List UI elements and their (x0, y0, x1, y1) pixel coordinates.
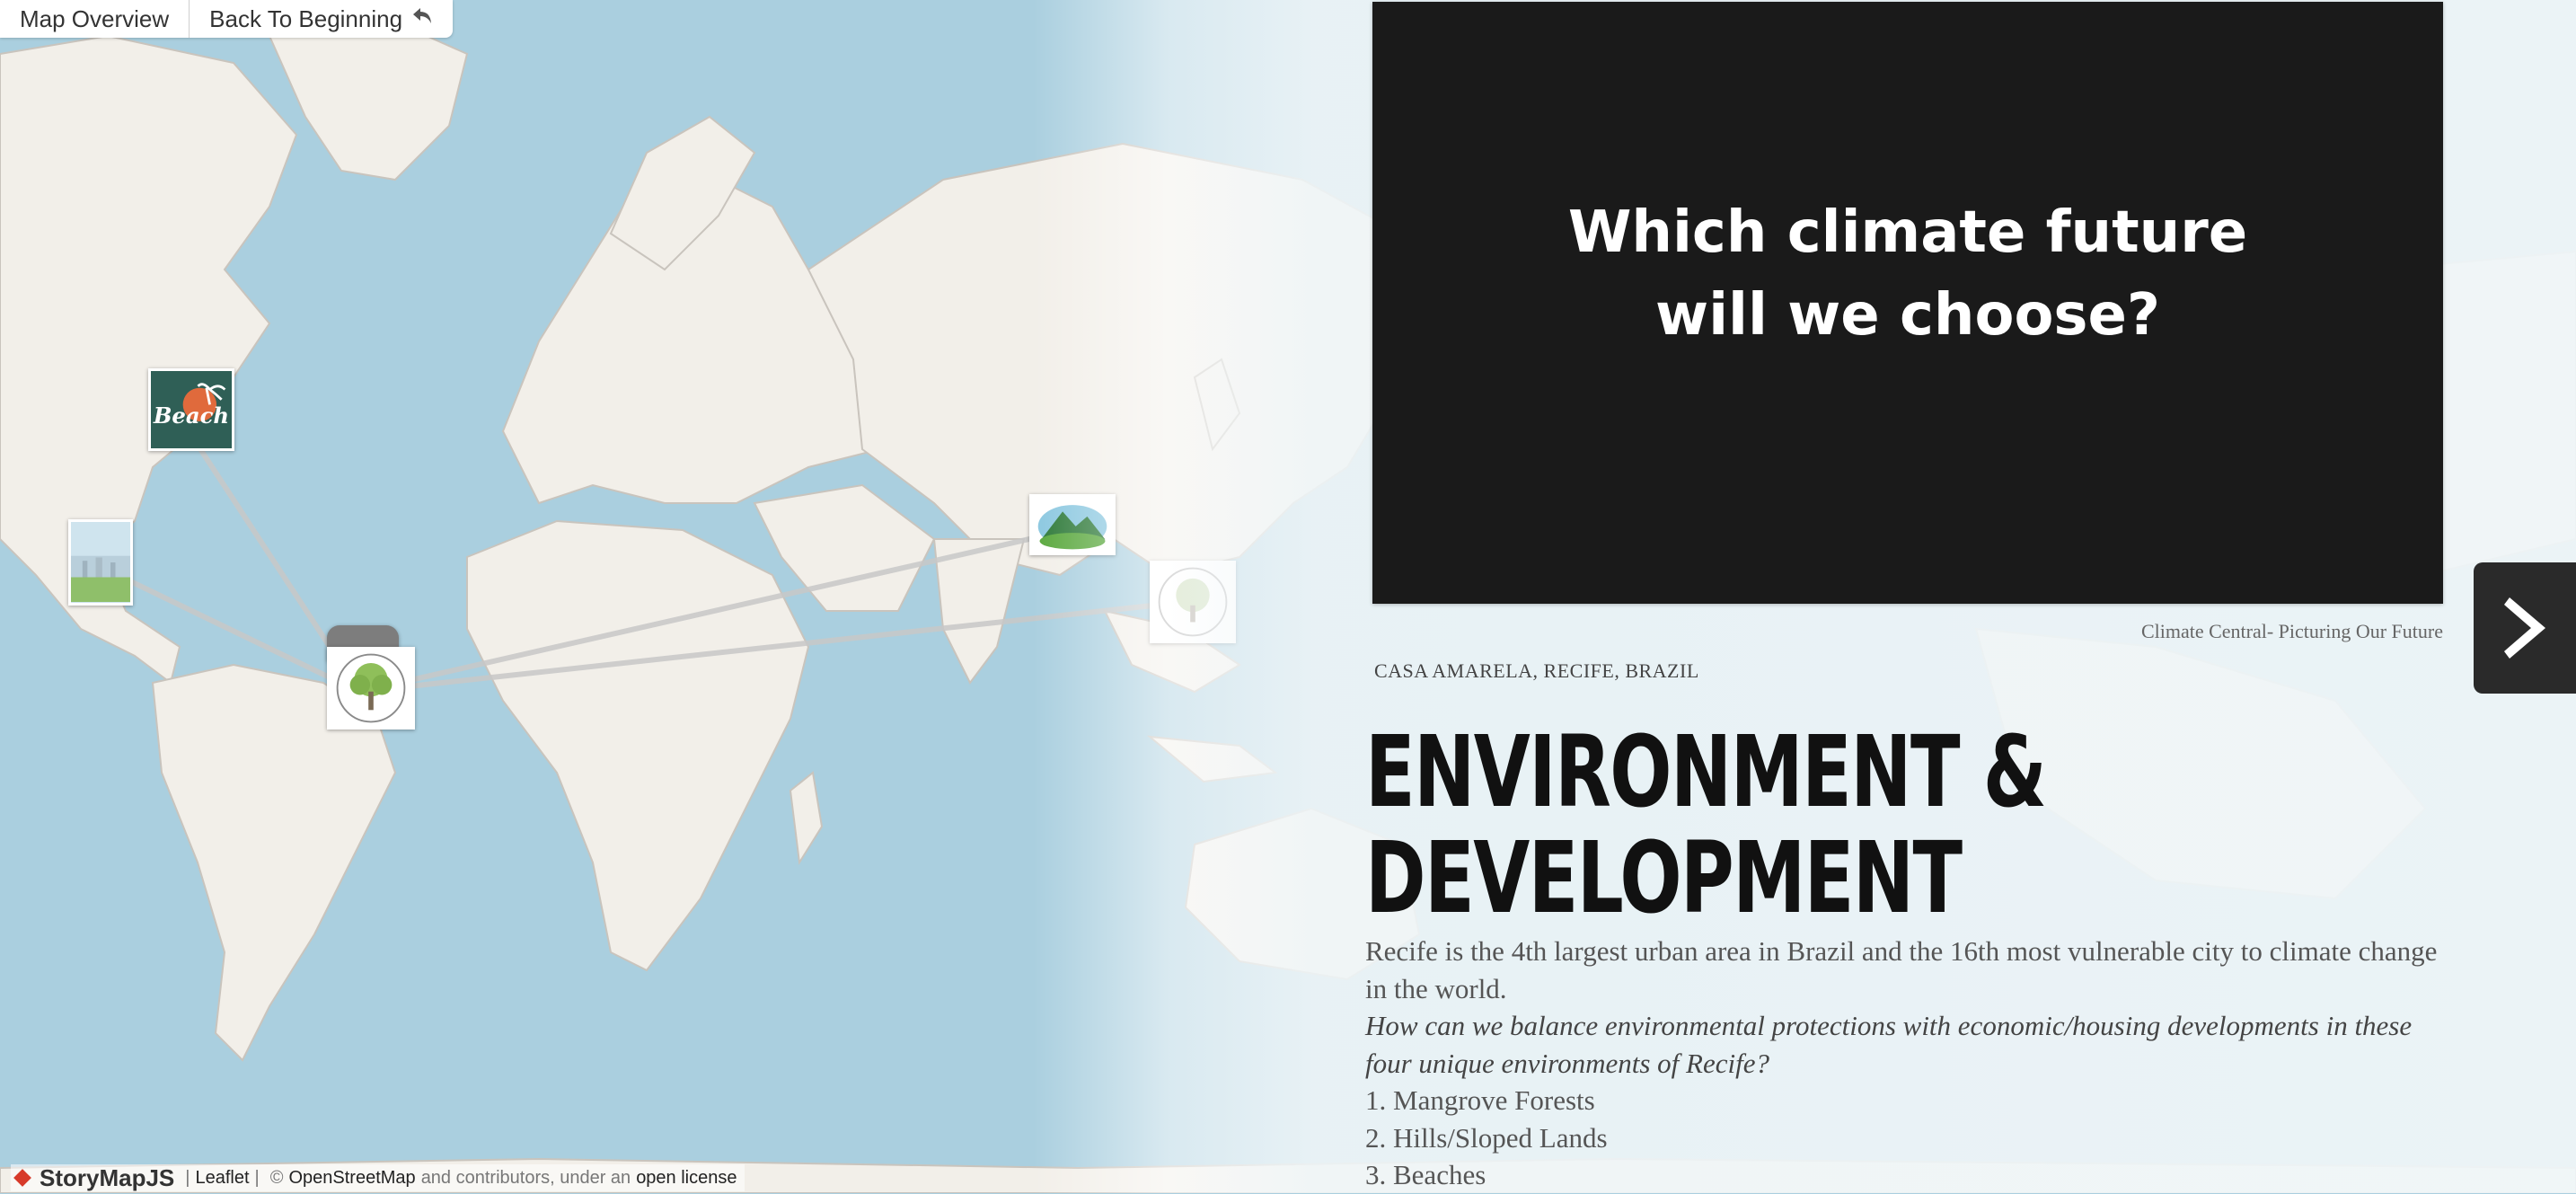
story-location: CASA AMARELA, RECIFE, BRAZIL (1374, 659, 1699, 682)
story-headline: ENVIRONMENT & DEVELOPMENT (1365, 719, 2163, 931)
story-body: Recife is the 4th largest urban area in … (1365, 933, 2443, 1194)
headline-line1: ENVIRONMENT & (1365, 714, 2047, 829)
svg-text:Beach: Beach (153, 402, 229, 429)
copyright-symbol: © (269, 1167, 284, 1188)
attribution-separator: | (185, 1167, 190, 1188)
return-arrow-icon (411, 6, 433, 32)
slide-text-line1: Which climate future (1567, 199, 2248, 266)
storymapjs-brand-link[interactable]: StoryMapJS (40, 1164, 174, 1192)
story-paragraph: Recife is the 4th largest urban area in … (1365, 935, 2438, 1004)
headline-line2: DEVELOPMENT (1365, 820, 1963, 935)
next-slide-button[interactable] (2474, 562, 2576, 694)
mountain-marker[interactable] (1029, 494, 1116, 555)
openstreetmap-link[interactable]: OpenStreetMap (288, 1168, 415, 1189)
beach-marker[interactable]: Beach (148, 368, 234, 451)
media-caption: Climate Central- Picturing Our Future (2140, 620, 2443, 642)
tree-logo-icon (1152, 563, 1233, 641)
story-question: How can we balance environmental protect… (1365, 1010, 2413, 1079)
media-slide[interactable]: Which climate future will we choose? (1372, 2, 2443, 604)
slide-text: Which climate future will we choose? (1568, 191, 2247, 357)
map-overview-button[interactable]: Map Overview (0, 0, 189, 38)
city-photo-icon (71, 523, 130, 602)
slide-text-line2: will we choose? (1654, 282, 2161, 349)
leaflet-link[interactable]: Leaflet (195, 1168, 249, 1189)
list-item: 2. Hills/Sloped Lands (1365, 1121, 1608, 1154)
beach-logo-icon: Beach (151, 371, 232, 448)
storymapjs-logo-icon (13, 1169, 31, 1187)
city-photo-marker[interactable] (68, 519, 133, 606)
attribution-separator: | (254, 1167, 260, 1188)
map-attribution: StoryMapJS | Leaflet | © OpenStreetMap a… (11, 1164, 745, 1191)
map-overview-label: Map Overview (20, 4, 170, 32)
attribution-text: and contributors, under an (420, 1167, 631, 1188)
chevron-right-icon (2504, 597, 2545, 659)
list-item: 1. Mangrove Forests (1365, 1084, 1595, 1116)
back-to-beginning-label: Back To Beginning (209, 4, 403, 32)
asia-tree-marker[interactable] (1150, 561, 1236, 643)
open-license-link[interactable]: open license (636, 1168, 737, 1189)
back-to-beginning-button[interactable]: Back To Beginning (190, 0, 453, 38)
list-item: 3. Beaches (1365, 1159, 1486, 1190)
top-nav: Map Overview Back To Beginning (0, 0, 454, 38)
tree-logo-icon (330, 650, 412, 727)
mountain-logo-icon (1033, 497, 1112, 553)
recife-tree-marker[interactable] (327, 647, 415, 730)
